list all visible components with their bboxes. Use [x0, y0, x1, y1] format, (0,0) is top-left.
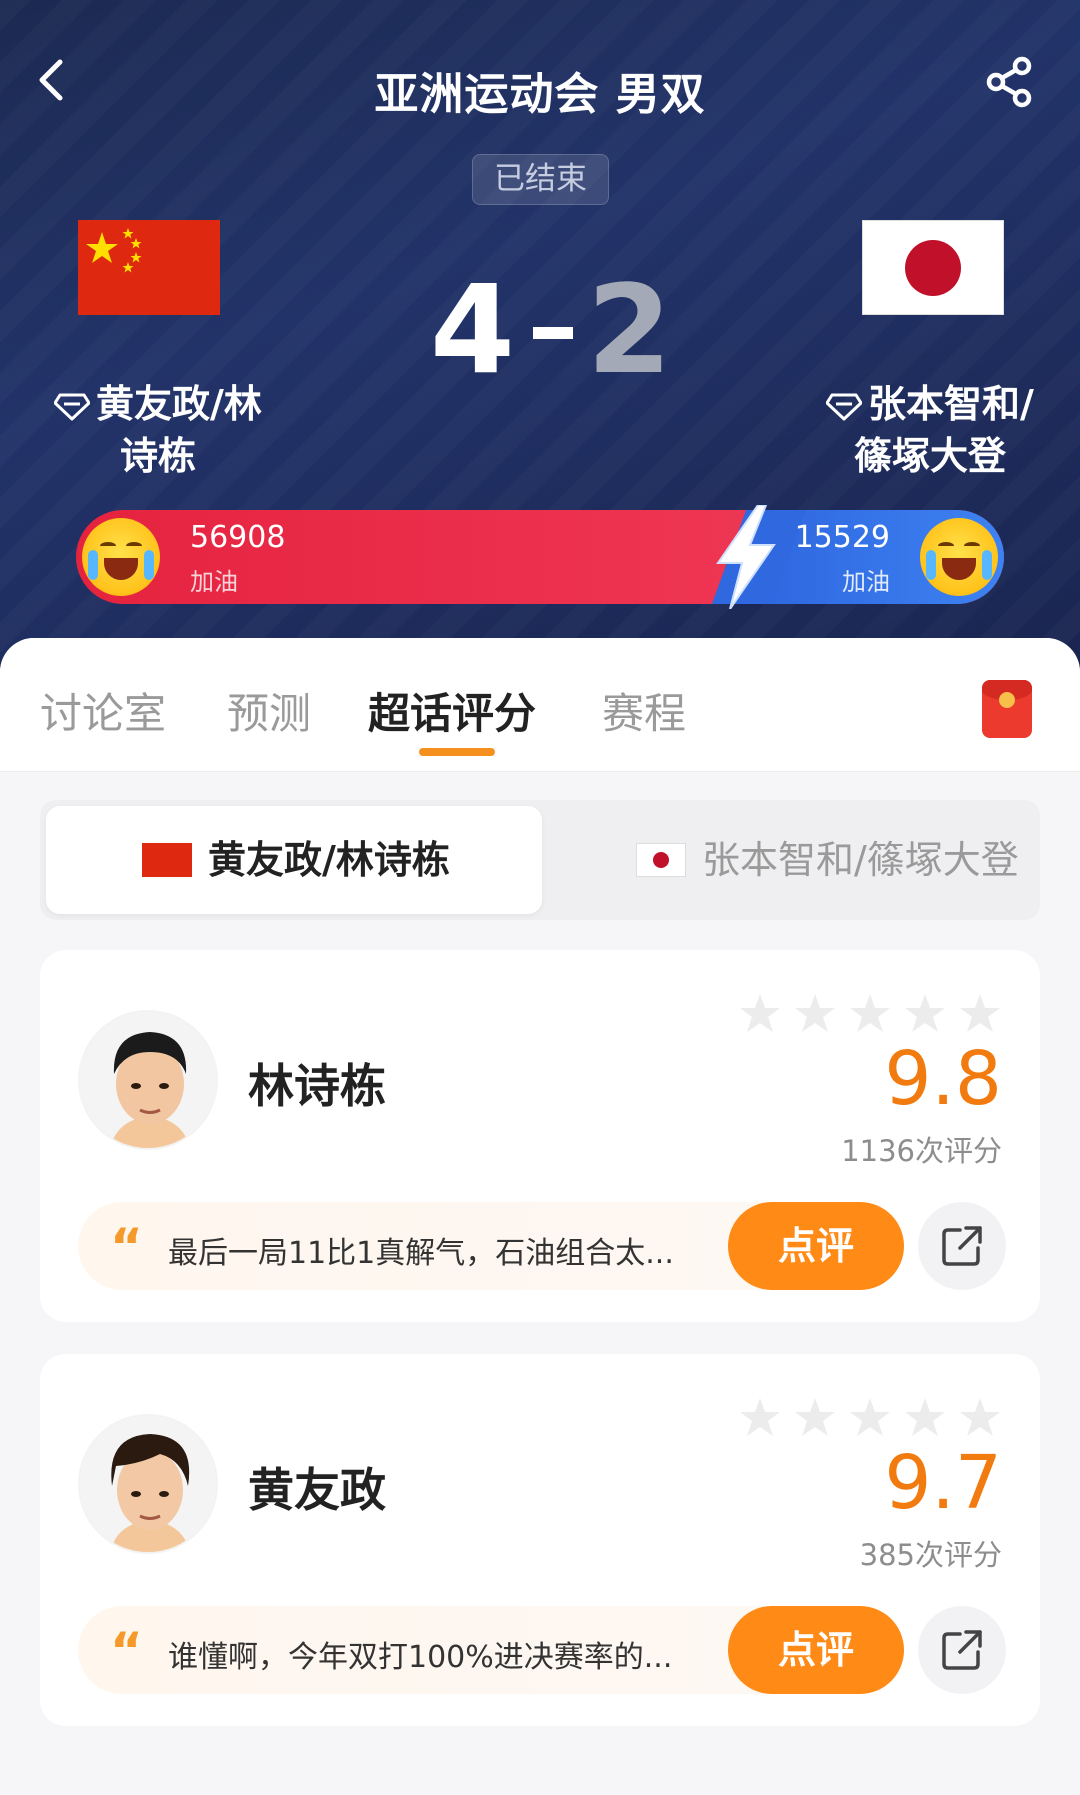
segment-team-left[interactable]: 黄友政/林诗栋: [46, 806, 542, 914]
content-panel: 讨论室 预测 超话评分 赛程 黄友政/林诗栋 张本智和/篠塚大登 林诗栋 9.8…: [0, 638, 1080, 1795]
rating-count: 1136次评分: [841, 1134, 1002, 1168]
review-button[interactable]: 点评: [728, 1606, 904, 1694]
team-right-name[interactable]: 张本智和/ 篠塚大登: [810, 378, 1050, 482]
segment-team-left-label: 黄友政/林诗栋: [208, 838, 450, 882]
team-left-line1: 黄友政/林: [96, 382, 262, 426]
page: 亚洲运动会 男双 已结束 42 黄友政/林 诗栋 张本智和/ 篠塚大登 5690…: [0, 0, 1080, 1795]
team-left-name[interactable]: 黄友政/林 诗栋: [38, 378, 278, 482]
cheer-bar: 56908 加油 15529 加油: [76, 510, 1004, 604]
comment-text: 谁懂啊，今年双打100%进决赛率的...: [168, 1640, 673, 1675]
share-card-button[interactable]: [918, 1606, 1006, 1694]
japan-flag-sun: [905, 240, 961, 296]
score-right: 2: [586, 259, 672, 401]
japan-flag-icon: [636, 842, 686, 877]
comment-text: 最后一局11比1真解气，石油组合太...: [168, 1236, 674, 1271]
diamond-icon: [54, 393, 91, 420]
cheer-left-emoji-button[interactable]: [82, 518, 160, 596]
rating-count: 385次评分: [859, 1538, 1002, 1572]
segment-team-right-label: 张本智和/篠塚大登: [702, 838, 1019, 882]
review-button[interactable]: 点评: [728, 1202, 904, 1290]
external-share-icon: [942, 1630, 982, 1670]
avatar[interactable]: [78, 1414, 218, 1554]
cheer-right-emoji-button[interactable]: [920, 518, 998, 596]
cheer-right-label: 加油: [842, 568, 890, 596]
quote-icon: “: [110, 1218, 143, 1276]
quote-icon: “: [110, 1622, 143, 1680]
lightning-icon: [716, 505, 776, 609]
scoreboard: 42: [430, 269, 672, 391]
active-tab-indicator: [419, 748, 495, 756]
player-card: 林诗栋 9.8 1136次评分 “ 最后一局11比1真解气，石油组合太... 点…: [40, 950, 1040, 1322]
player-rating: 9.8: [884, 1036, 1002, 1122]
tab-bar: 讨论室 预测 超话评分 赛程: [0, 638, 1080, 772]
team-left-line2: 诗栋: [119, 434, 196, 478]
avatar[interactable]: [78, 1010, 218, 1150]
china-flag-icon: [142, 842, 192, 877]
match-status-badge: 已结束: [472, 154, 609, 205]
page-title: 亚洲运动会 男双: [374, 69, 706, 120]
diamond-icon: [826, 393, 863, 420]
external-share-icon: [942, 1226, 982, 1266]
cheer-left-count: 56908: [190, 520, 286, 555]
share-icon[interactable]: [984, 56, 1036, 108]
japan-flag: [862, 220, 1004, 315]
team-right-line2: 篠塚大登: [853, 434, 1006, 478]
china-flag: [78, 220, 220, 315]
player-card: 黄友政 9.7 385次评分 “ 谁懂啊，今年双打100%进决赛率的... 点评: [40, 1354, 1040, 1726]
score-left: 4: [430, 259, 515, 401]
red-packet-icon[interactable]: [982, 680, 1032, 738]
tab-prediction[interactable]: 预测: [227, 680, 311, 741]
player-rating: 9.7: [884, 1440, 1002, 1526]
player-name: 黄友政: [248, 1463, 386, 1517]
tab-rating[interactable]: 超话评分: [368, 680, 536, 741]
cheer-right-count: 15529: [794, 520, 890, 555]
score-dash: [532, 326, 573, 339]
rating-stars[interactable]: [738, 992, 1002, 1036]
team-right-line1: 张本智和/: [868, 382, 1034, 426]
segment-team-right[interactable]: 张本智和/篠塚大登: [556, 806, 1036, 914]
tab-schedule[interactable]: 赛程: [602, 680, 686, 741]
share-card-button[interactable]: [918, 1202, 1006, 1290]
player-name: 林诗栋: [248, 1059, 386, 1113]
match-header: 亚洲运动会 男双 已结束 42 黄友政/林 诗栋 张本智和/ 篠塚大登 5690…: [0, 0, 1080, 670]
rating-stars[interactable]: [738, 1396, 1002, 1440]
tab-discussion[interactable]: 讨论室: [40, 680, 166, 741]
cheer-left-label: 加油: [190, 568, 238, 596]
team-segment-control: 黄友政/林诗栋 张本智和/篠塚大登: [40, 800, 1040, 920]
